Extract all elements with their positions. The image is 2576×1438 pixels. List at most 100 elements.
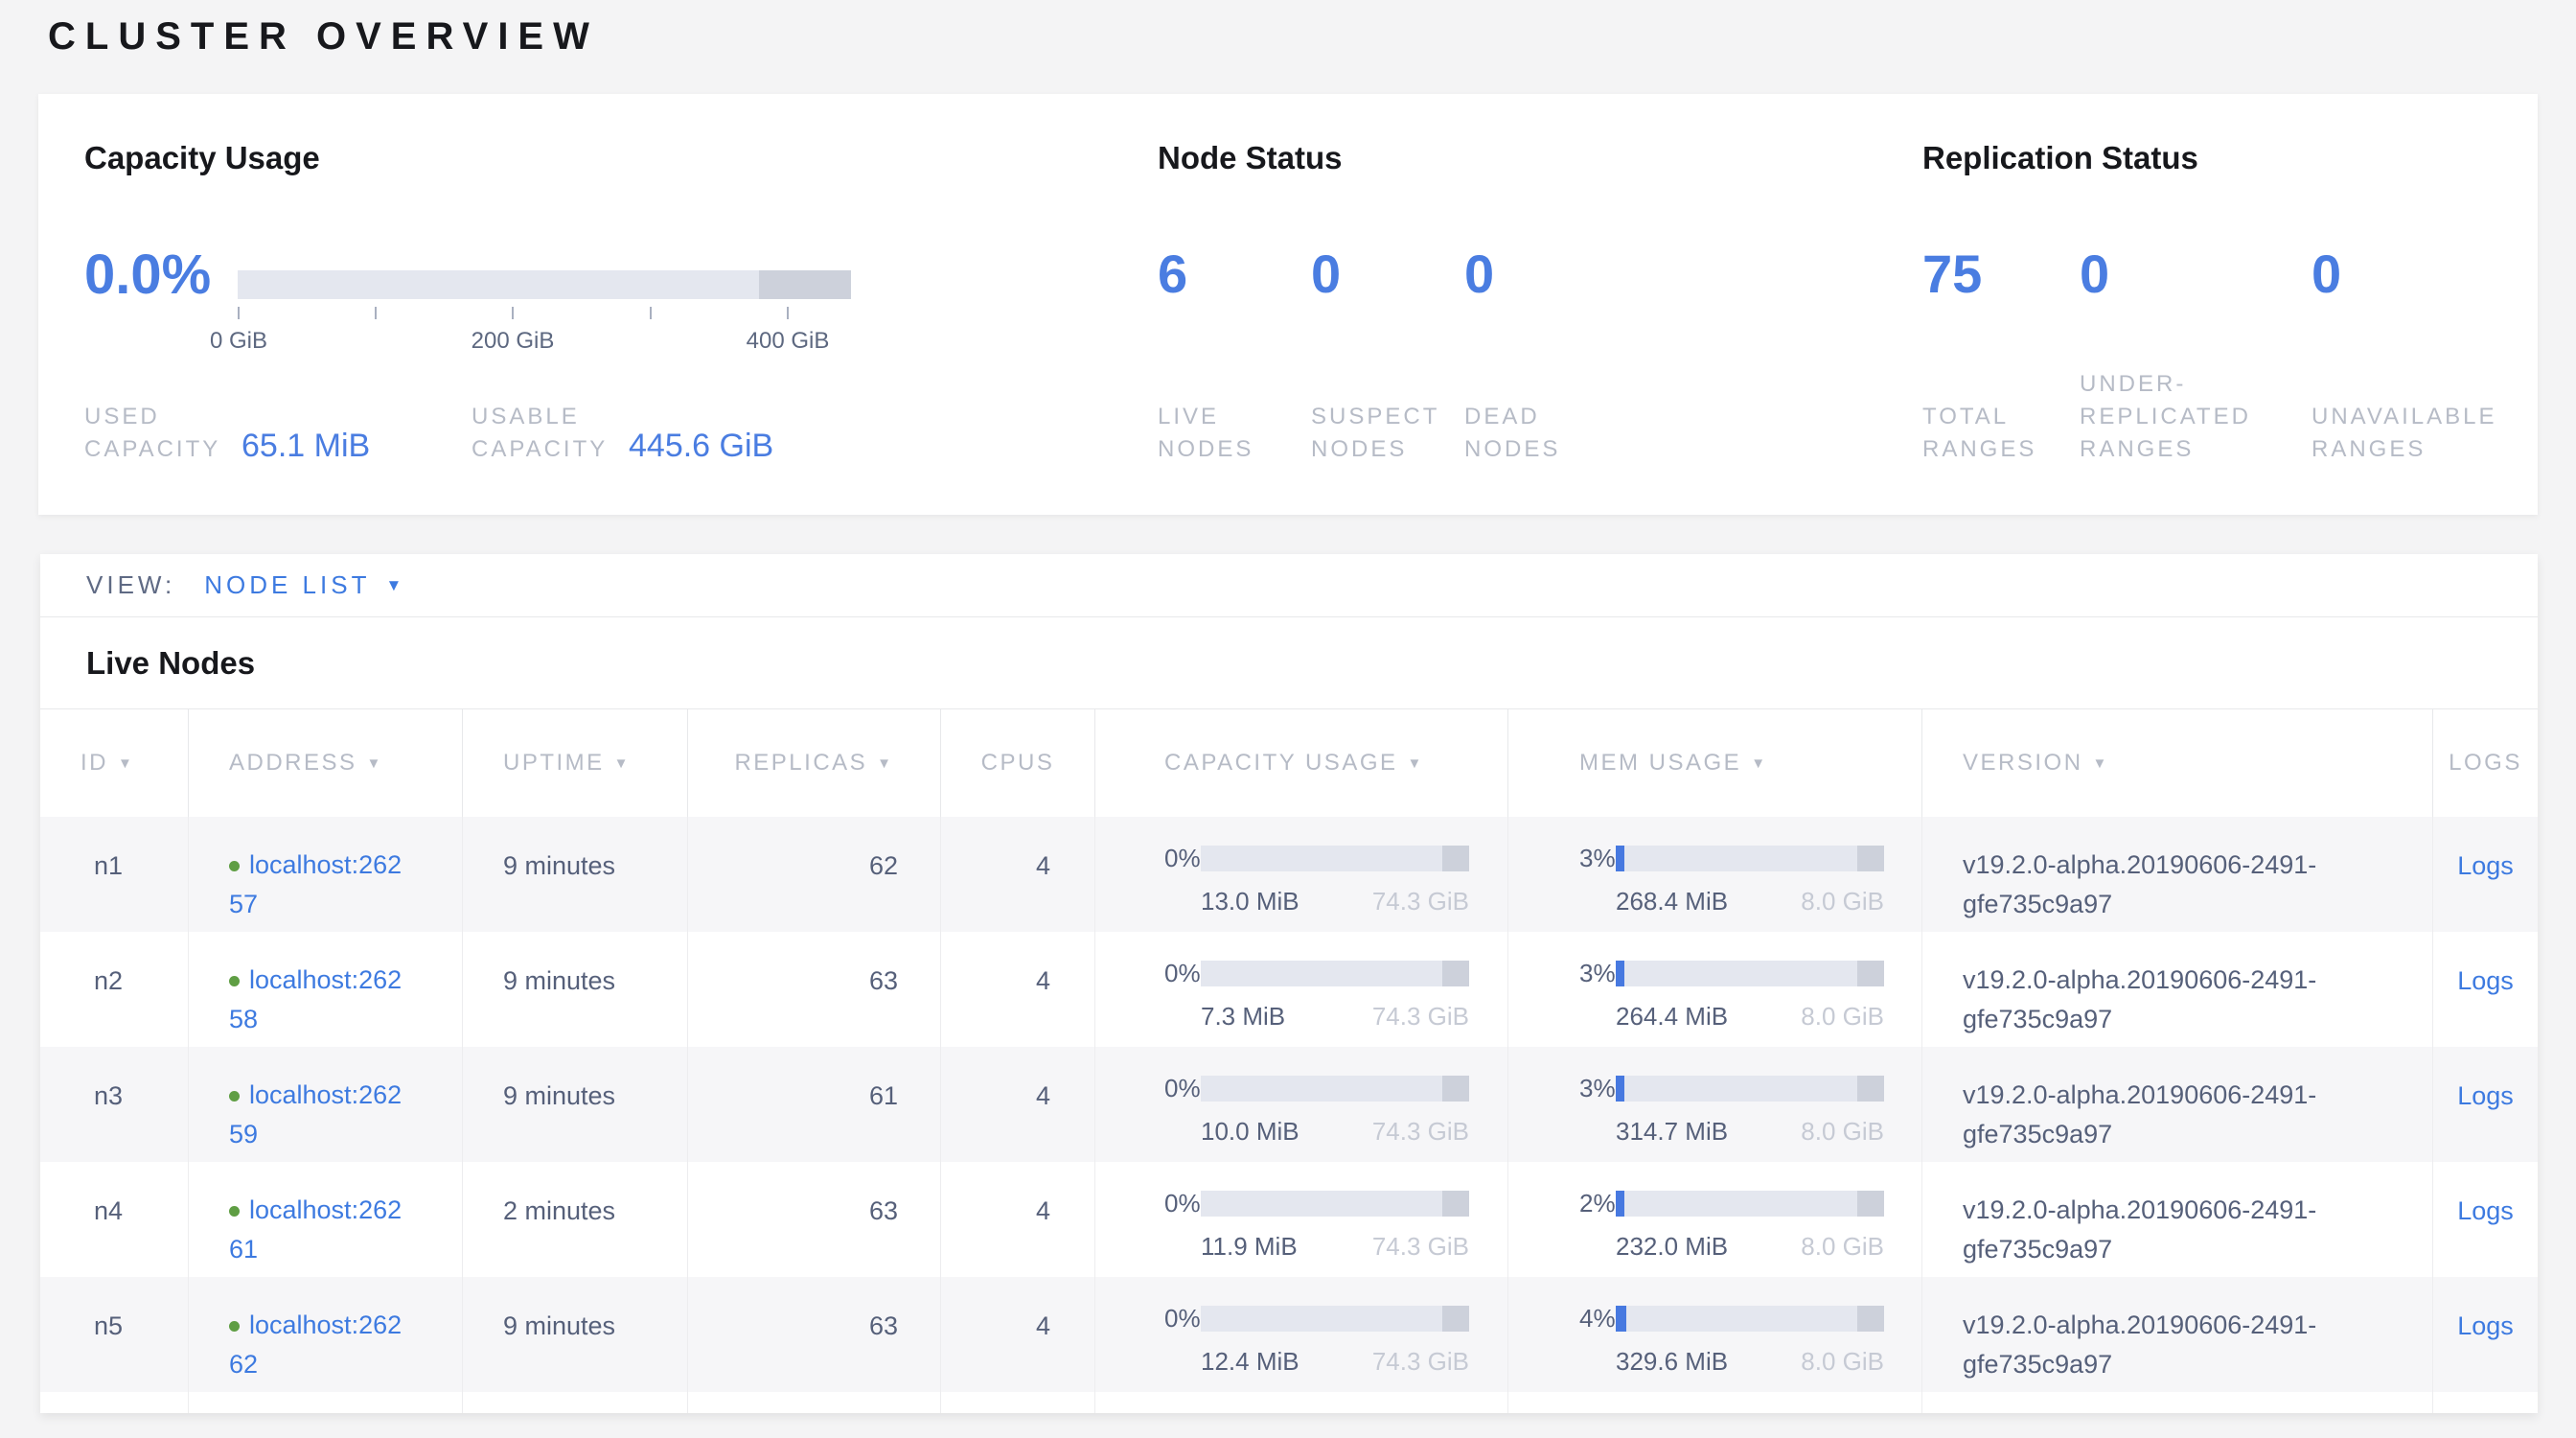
cluster-summary-card: Capacity Usage 0.0% 0 GiB 200 GiB 400 Gi… (38, 94, 2538, 515)
node-cpus: 4 (941, 817, 1095, 932)
mem-used: 329.6 MiB (1616, 1347, 1728, 1377)
logs-link[interactable]: Logs (2457, 966, 2514, 995)
axis-tick-label: 200 GiB (472, 328, 555, 355)
logs-cell: Logs (2433, 1162, 2538, 1277)
node-capacity-usage-cell: 0% 10.0 MiB 74.3 GiB (1095, 1047, 1508, 1162)
node-address-cell: localhost:26257 (189, 817, 463, 932)
node-capacity-usage-cell: 0% 13.0 MiB 74.3 GiB (1095, 817, 1508, 932)
node-list-card: VIEW: NODE LIST ▼ Live Nodes ID ▼ ADDRES… (40, 554, 2538, 1413)
capacity-percent: 0% (1164, 1304, 1201, 1334)
logs-cell: Logs (2433, 1277, 2538, 1392)
chevron-down-icon: ▼ (385, 576, 402, 595)
node-mem-usage-cell: 4% 329.6 MiB 8.0 GiB (1508, 1277, 1922, 1392)
view-label: VIEW: (86, 570, 175, 600)
mem-percent: 4% (1579, 1304, 1616, 1334)
logs-link[interactable]: Logs (2457, 1311, 2514, 1340)
node-mem-usage-cell: 3% 314.7 MiB 8.0 GiB (1508, 1047, 1922, 1162)
node-address-link[interactable]: localhost:26257 (229, 850, 402, 918)
suspect-nodes-label: SUSPECT NODES (1311, 401, 1464, 466)
mem-total: 8.0 GiB (1801, 1347, 1884, 1377)
table-row-partial (40, 1392, 2538, 1413)
node-version: v19.2.0-alpha.20190606-2491-gfe735c9a97 (1922, 1277, 2433, 1392)
node-replicas: 63 (688, 1162, 941, 1277)
mem-total: 8.0 GiB (1801, 887, 1884, 916)
node-version: v19.2.0-alpha.20190606-2491-gfe735c9a97 (1922, 1047, 2433, 1162)
capacity-percent: 0% (1164, 1074, 1201, 1103)
node-capacity-usage-cell: 0% 7.3 MiB 74.3 GiB (1095, 932, 1508, 1047)
mem-used: 268.4 MiB (1616, 887, 1728, 916)
node-id: n4 (40, 1162, 189, 1277)
capacity-used: 7.3 MiB (1201, 1002, 1285, 1032)
node-replicas: 62 (688, 817, 941, 932)
node-replicas: 63 (688, 932, 941, 1047)
node-status-section: Node Status 6 0 0 LIVE NODES SUSPECT NOD… (1158, 94, 1867, 515)
table-row: n3 localhost:26259 9 minutes 61 4 0% 10.… (40, 1047, 2538, 1162)
node-mem-usage-cell: 3% 268.4 MiB 8.0 GiB (1508, 817, 1922, 932)
mem-percent: 3% (1579, 844, 1616, 873)
column-header-version[interactable]: VERSION ▼ (1922, 709, 2433, 817)
page-title: CLUSTER OVERVIEW (48, 15, 599, 58)
capacity-used: 10.0 MiB (1201, 1117, 1300, 1147)
table-header-row: ID ▼ ADDRESS ▼ UPTIME ▼ REPLICAS ▼ CPUS … (40, 709, 2538, 817)
live-status-icon (229, 861, 240, 871)
capacity-mini-bar (1201, 1191, 1469, 1217)
dead-nodes-count: 0 (1464, 247, 1618, 301)
axis-tick (512, 307, 514, 319)
node-address-cell: localhost:26262 (189, 1277, 463, 1392)
node-address-link[interactable]: localhost:26258 (229, 965, 402, 1033)
node-uptime: 9 minutes (463, 932, 688, 1047)
live-nodes-label: LIVE NODES (1158, 401, 1311, 466)
axis-tick (650, 307, 652, 319)
node-replicas: 61 (688, 1047, 941, 1162)
logs-cell: Logs (2433, 1047, 2538, 1162)
capacity-usage-section: Capacity Usage 0.0% 0 GiB 200 GiB 400 Gi… (84, 94, 956, 515)
node-cpus: 4 (941, 1047, 1095, 1162)
used-capacity-value: 65.1 MiB (242, 428, 370, 465)
node-address-cell: localhost:26258 (189, 932, 463, 1047)
column-header-id[interactable]: ID ▼ (40, 709, 189, 817)
table-row: n4 localhost:26261 2 minutes 63 4 0% 11.… (40, 1162, 2538, 1277)
sort-desc-icon: ▼ (877, 755, 893, 772)
live-status-icon (229, 1091, 240, 1102)
column-header-mem-usage[interactable]: MEM USAGE ▼ (1508, 709, 1922, 817)
live-nodes-count: 6 (1158, 247, 1311, 301)
view-selector-dropdown[interactable]: NODE LIST ▼ (204, 570, 402, 600)
node-capacity-usage-cell: 0% 12.4 MiB 74.3 GiB (1095, 1277, 1508, 1392)
capacity-percent: 0% (1164, 844, 1201, 873)
mem-mini-bar (1616, 961, 1884, 986)
node-mem-usage-cell: 3% 264.4 MiB 8.0 GiB (1508, 932, 1922, 1047)
logs-link[interactable]: Logs (2457, 1196, 2514, 1225)
sort-desc-icon: ▼ (2093, 755, 2109, 772)
capacity-stats: USED CAPACITY 65.1 MiB USABLE CAPACITY 4… (84, 395, 956, 466)
capacity-bar-remainder (759, 270, 851, 299)
node-address-link[interactable]: localhost:26261 (229, 1195, 402, 1264)
view-selected-value: NODE LIST (204, 570, 370, 600)
node-mem-usage-cell: 2% 232.0 MiB 8.0 GiB (1508, 1162, 1922, 1277)
logs-link[interactable]: Logs (2457, 851, 2514, 880)
node-address-cell: localhost:26261 (189, 1162, 463, 1277)
capacity-total: 74.3 GiB (1372, 1117, 1469, 1147)
node-capacity-usage-cell: 0% 11.9 MiB 74.3 GiB (1095, 1162, 1508, 1277)
node-version: v19.2.0-alpha.20190606-2491-gfe735c9a97 (1922, 1162, 2433, 1277)
node-id: n5 (40, 1277, 189, 1392)
mem-total: 8.0 GiB (1801, 1232, 1884, 1262)
capacity-percent-value: 0.0% (84, 247, 211, 303)
node-address-link[interactable]: localhost:26262 (229, 1310, 402, 1379)
column-header-address[interactable]: ADDRESS ▼ (189, 709, 463, 817)
logs-cell: Logs (2433, 932, 2538, 1047)
capacity-total: 74.3 GiB (1372, 1002, 1469, 1032)
sort-desc-icon: ▼ (1408, 755, 1424, 772)
mem-used: 314.7 MiB (1616, 1117, 1728, 1147)
capacity-mini-bar (1201, 1306, 1469, 1332)
capacity-usage-heading: Capacity Usage (84, 140, 320, 176)
logs-link[interactable]: Logs (2457, 1081, 2514, 1110)
node-address-link[interactable]: localhost:26259 (229, 1080, 402, 1148)
replication-status-section: Replication Status 75 0 0 TOTAL RANGES U… (1922, 94, 2538, 515)
node-uptime: 2 minutes (463, 1162, 688, 1277)
capacity-mini-bar (1201, 961, 1469, 986)
axis-tick-label: 0 GiB (210, 328, 267, 355)
column-header-capacity-usage[interactable]: CAPACITY USAGE ▼ (1095, 709, 1508, 817)
column-header-replicas[interactable]: REPLICAS ▼ (688, 709, 941, 817)
axis-tick (238, 307, 240, 319)
column-header-uptime[interactable]: UPTIME ▼ (463, 709, 688, 817)
